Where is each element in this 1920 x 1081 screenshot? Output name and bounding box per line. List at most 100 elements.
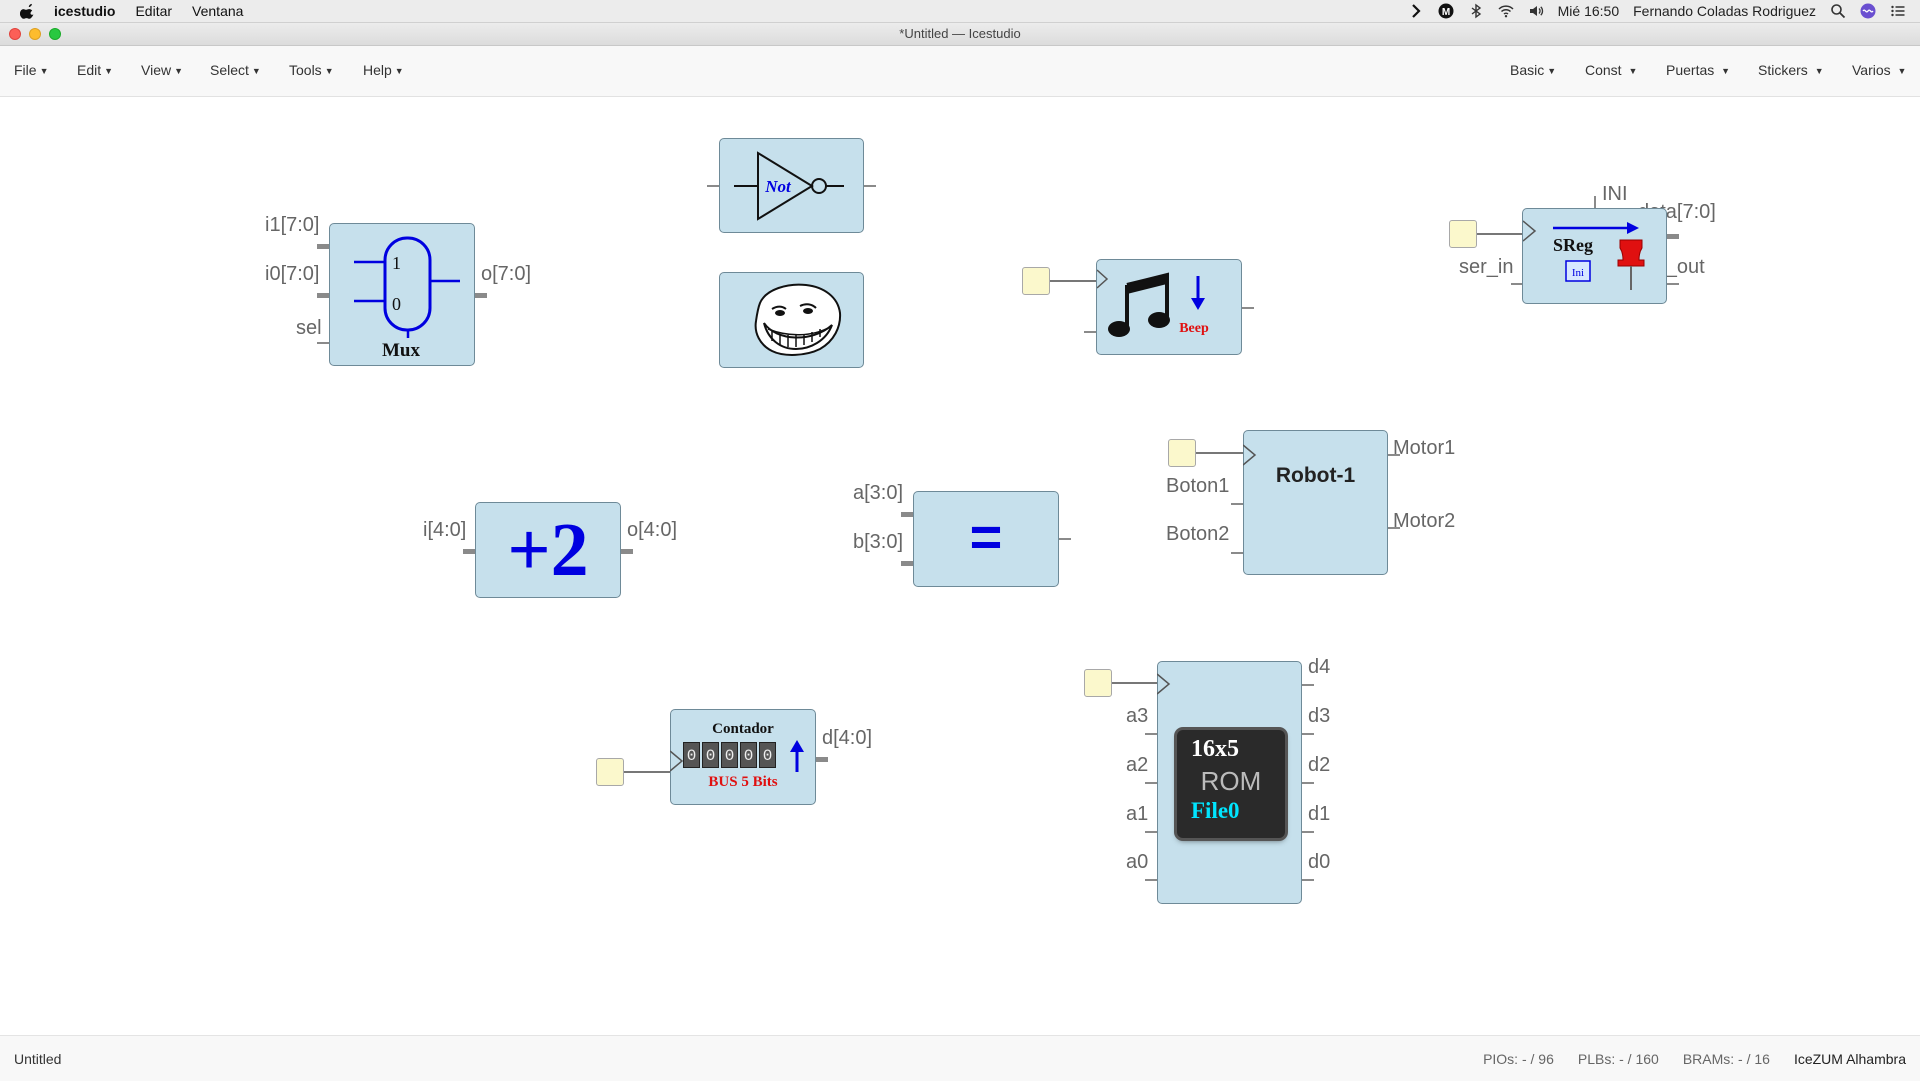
sreg-data-pin[interactable] xyxy=(1667,234,1679,239)
menu-puertas-label: Puertas xyxy=(1666,62,1715,78)
volume-icon[interactable] xyxy=(1528,3,1544,19)
rom-a1-pin[interactable] xyxy=(1145,831,1157,833)
troll-face-sticker[interactable] xyxy=(719,272,864,368)
counter-title: Contador xyxy=(712,721,774,737)
rom-a2-pin[interactable] xyxy=(1145,782,1157,784)
plus2-out-pin[interactable] xyxy=(621,549,633,554)
menubar-user[interactable]: Fernando Coladas Rodriguez xyxy=(1633,3,1816,19)
mux-sel-pin[interactable] xyxy=(317,342,329,344)
comp-input-a: a[3:0] xyxy=(853,482,904,504)
comp-input-b: b[3:0] xyxy=(853,531,904,553)
clock-input[interactable] xyxy=(1168,439,1196,467)
menubar-clock[interactable]: Mié 16:50 xyxy=(1558,3,1619,19)
mux-out-pin[interactable] xyxy=(475,293,487,298)
chevron-right-icon[interactable] xyxy=(1408,3,1424,19)
counter-digits: 0 0 0 0 0 xyxy=(683,742,776,768)
clock-input[interactable] xyxy=(1084,669,1112,697)
rom-input-a2: a2 xyxy=(1126,754,1149,776)
app-toolbar: File ▼ Edit ▼ View ▼ Select ▼ Tools ▼ Help ▼ B… xyxy=(0,46,1920,97)
menu-edit-label: Edit xyxy=(77,62,102,78)
menu-puertas[interactable]: Puertas ▼ xyxy=(1666,62,1730,78)
mux-i1-pin[interactable] xyxy=(317,244,329,249)
robot-block[interactable]: Robot-1 xyxy=(1243,430,1388,575)
notification-center-icon[interactable] xyxy=(1890,3,1906,19)
rom-d2-pin[interactable] xyxy=(1302,782,1314,784)
clock-input[interactable] xyxy=(1022,267,1050,295)
caret-down-icon: ▼ xyxy=(1897,66,1907,76)
menu-basic[interactable]: Basic ▼ xyxy=(1510,62,1556,78)
sreg-ser-out-pin[interactable] xyxy=(1667,283,1679,285)
robot-boton1-pin[interactable] xyxy=(1231,503,1243,505)
beep-out-pin[interactable] xyxy=(1242,307,1254,309)
mux-input-sel: sel xyxy=(296,317,322,339)
plus-two-block[interactable]: +2 xyxy=(475,502,621,598)
rom-a3-pin[interactable] xyxy=(1145,733,1157,735)
sreg-ini-box-label: Ini xyxy=(1572,267,1584,279)
counter-output: d[4:0] xyxy=(822,727,873,749)
rom-d1-pin[interactable] xyxy=(1302,831,1314,833)
menu-view[interactable]: View ▼ xyxy=(141,62,183,78)
robot-boton2-pin[interactable] xyxy=(1231,552,1243,554)
clock-input-marker-icon xyxy=(1157,673,1171,695)
plus-two-label: +2 xyxy=(507,508,589,592)
menubar-item-editar[interactable]: Editar xyxy=(135,3,172,19)
mux-block[interactable]: 1 0 Mux xyxy=(329,223,475,366)
siri-icon[interactable] xyxy=(1860,3,1876,19)
bluetooth-icon[interactable] xyxy=(1468,3,1484,19)
not-gate-icon: Not xyxy=(734,151,844,221)
beep-block[interactable]: Beep xyxy=(1096,259,1242,355)
counter-out-pin[interactable] xyxy=(816,757,828,762)
not-out-pin[interactable] xyxy=(864,185,876,187)
beep-in-pin[interactable] xyxy=(1084,331,1096,333)
menu-varios[interactable]: Varios ▼ xyxy=(1852,62,1906,78)
menu-edit[interactable]: Edit ▼ xyxy=(77,62,113,78)
menu-stickers[interactable]: Stickers ▼ xyxy=(1758,62,1824,78)
rom-d0-pin[interactable] xyxy=(1302,879,1314,881)
spotlight-search-icon[interactable] xyxy=(1830,3,1846,19)
not-gate-label: Not xyxy=(764,177,792,196)
robot-title: Robot-1 xyxy=(1275,464,1356,487)
comp-out-pin[interactable] xyxy=(1059,538,1071,540)
status-board[interactable]: IceZUM Alhambra xyxy=(1794,1051,1906,1067)
rom-block[interactable]: 16x5 ROM File0 xyxy=(1157,661,1302,904)
design-canvas[interactable]: i1[7:0] i0[7:0] sel 1 0 Mux o[7:0] Not B… xyxy=(0,97,1920,1035)
clock-input[interactable] xyxy=(596,758,624,786)
comp-b-pin[interactable] xyxy=(901,561,913,566)
caret-down-icon: ▼ xyxy=(174,66,184,76)
m-app-icon[interactable]: M xyxy=(1438,3,1454,19)
macos-menubar: icestudio Editar Ventana M Mié 16:50 Fer… xyxy=(0,0,1920,23)
plus2-in-pin[interactable] xyxy=(463,549,475,554)
rom-d4-pin[interactable] xyxy=(1302,684,1314,686)
beep-label: Beep xyxy=(1179,321,1209,336)
wifi-icon[interactable] xyxy=(1498,3,1514,19)
rom-output-d3: d3 xyxy=(1308,705,1331,727)
menu-const[interactable]: Const ▼ xyxy=(1585,62,1637,78)
caret-down-icon: ▼ xyxy=(1721,66,1731,76)
menu-file-label: File xyxy=(14,62,37,78)
counter-block[interactable]: Contador 0 0 0 0 0 BUS 5 Bits xyxy=(670,709,816,805)
apple-icon[interactable] xyxy=(20,3,36,19)
rom-d3-pin[interactable] xyxy=(1302,733,1314,735)
menu-tools[interactable]: Tools ▼ xyxy=(289,62,334,78)
menu-select[interactable]: Select ▼ xyxy=(210,62,261,78)
menubar-item-ventana[interactable]: Ventana xyxy=(192,3,243,19)
sreg-ini-pin[interactable] xyxy=(1594,196,1596,208)
comp-a-pin[interactable] xyxy=(901,512,913,517)
wire xyxy=(1477,233,1523,235)
not-in-pin[interactable] xyxy=(707,185,719,187)
comparator-block[interactable]: = xyxy=(913,491,1059,587)
menubar-app-name[interactable]: icestudio xyxy=(54,3,115,19)
counter-digit: 0 xyxy=(740,742,757,768)
clock-input[interactable] xyxy=(1449,220,1477,248)
shift-register-block[interactable]: SReg Ini xyxy=(1522,208,1667,304)
rom-a0-pin[interactable] xyxy=(1145,879,1157,881)
menu-select-label: Select xyxy=(210,62,249,78)
menu-help[interactable]: Help ▼ xyxy=(363,62,404,78)
mux-i0-pin[interactable] xyxy=(317,293,329,298)
menu-file[interactable]: File ▼ xyxy=(14,62,48,78)
counter-digit: 0 xyxy=(721,742,738,768)
status-bar: Untitled PIOs: - / 96 PLBs: - / 160 BRAM… xyxy=(0,1035,1920,1081)
status-pios: PIOs: - / 96 xyxy=(1483,1051,1554,1067)
not-gate-block[interactable]: Not xyxy=(719,138,864,233)
caret-down-icon: ▼ xyxy=(1547,66,1557,76)
